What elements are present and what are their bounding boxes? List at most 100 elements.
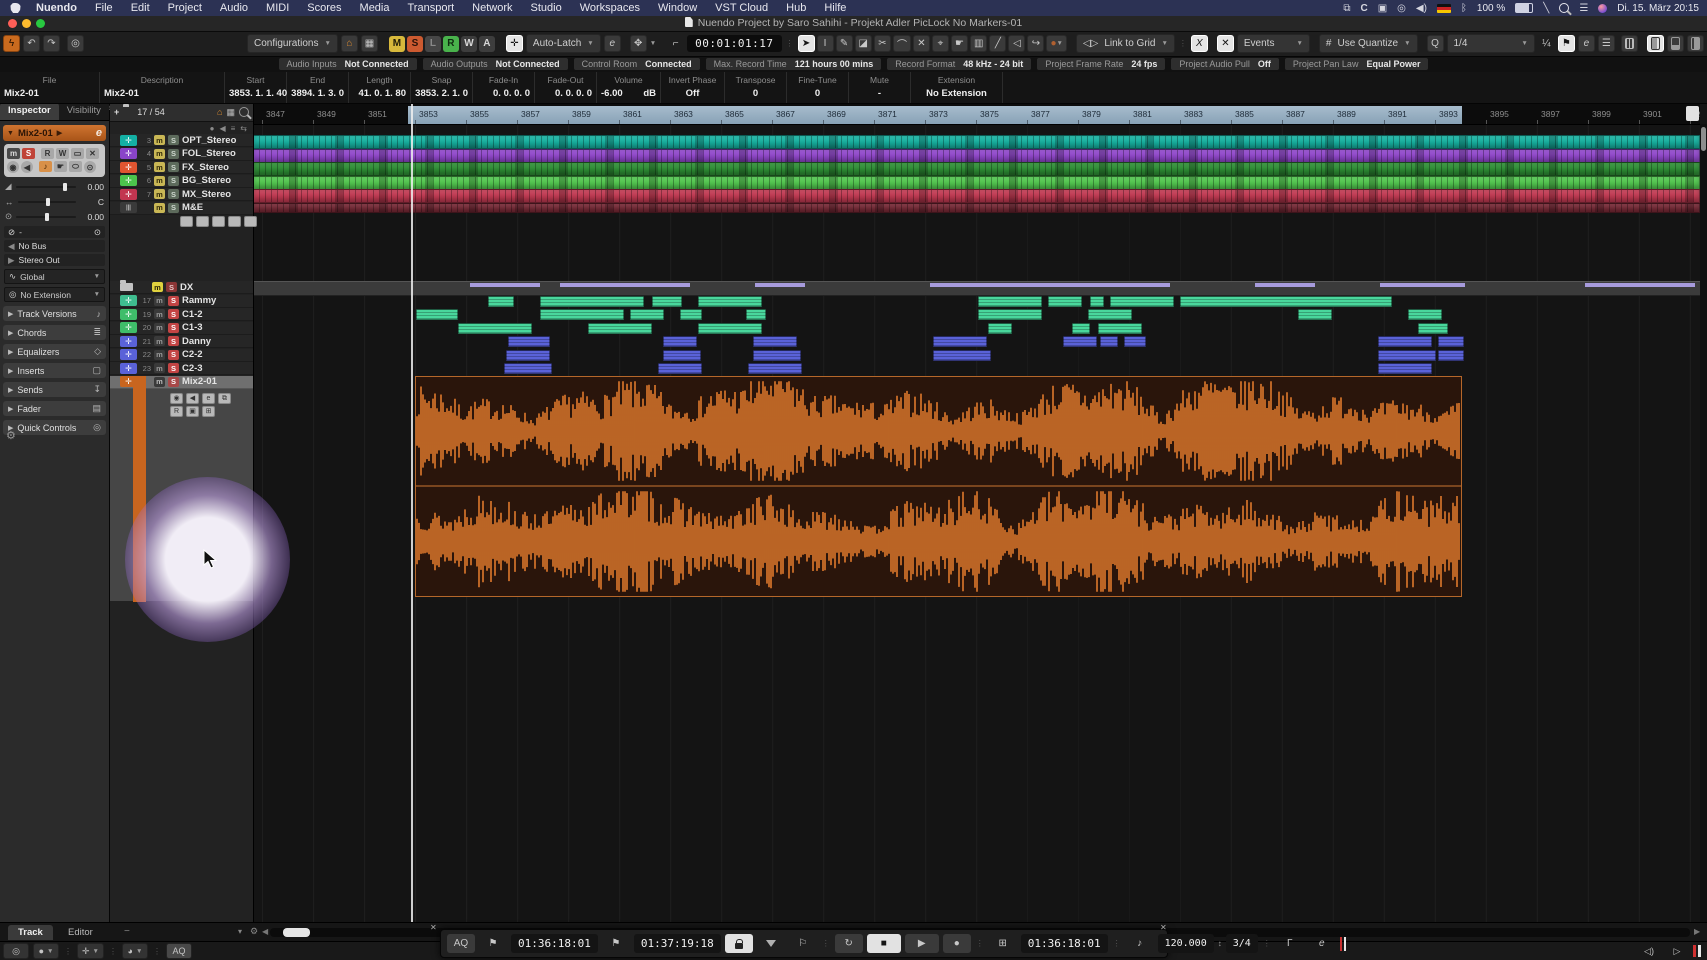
monitor-button[interactable]: ◀ bbox=[186, 393, 199, 404]
info-transpose[interactable]: Transpose0 bbox=[725, 72, 787, 103]
track-mute-button[interactable]: m bbox=[154, 323, 165, 333]
add-folder-button[interactable] bbox=[123, 107, 125, 117]
track-solo-button[interactable]: S bbox=[168, 296, 179, 306]
track-mute-button[interactable]: m bbox=[152, 282, 163, 292]
line-tool[interactable]: ╱ bbox=[989, 35, 1006, 52]
list-icon[interactable]: ☰ bbox=[1598, 35, 1615, 52]
channel-config-button[interactable]: ▭ bbox=[71, 148, 84, 159]
inspector-section-track-versions[interactable]: ▶Track Versions♪ bbox=[3, 306, 106, 321]
monitor-filter-icon[interactable]: ◀ bbox=[219, 124, 225, 133]
track-row-c1-2[interactable]: ✛19mSC1-2 bbox=[110, 308, 253, 321]
track-mute-button[interactable]: m bbox=[154, 350, 165, 360]
bluetooth-icon[interactable]: ᛒ bbox=[1461, 3, 1467, 14]
menu-item-project[interactable]: Project bbox=[159, 2, 211, 14]
right-locator-time[interactable]: 01:37:19:18 bbox=[634, 934, 721, 953]
delay-slider[interactable] bbox=[16, 216, 76, 218]
zoom-preset-dropdown[interactable]: ▾ bbox=[238, 927, 242, 936]
split-tool[interactable]: ✂ bbox=[874, 35, 891, 52]
dnd-icon[interactable]: ╲ bbox=[1543, 3, 1549, 14]
midi-event-rammy[interactable] bbox=[1090, 296, 1104, 307]
track-mute-button[interactable]: m bbox=[154, 296, 165, 306]
midi-event-danny[interactable] bbox=[508, 336, 550, 347]
midi-event-c1-3[interactable] bbox=[1098, 323, 1142, 334]
marker-icon[interactable]: ⚐ bbox=[789, 934, 817, 953]
info-fade-in[interactable]: Fade-In0. 0. 0. 0 bbox=[473, 72, 535, 103]
audio-lane-event-5[interactable] bbox=[253, 203, 1700, 213]
punch-lock-icon[interactable] bbox=[725, 934, 753, 953]
event-display-area[interactable]: 3847384938513853385538573859386138633865… bbox=[253, 103, 1700, 922]
global-a-button[interactable]: A bbox=[479, 36, 495, 52]
menu-item-file[interactable]: File bbox=[86, 2, 122, 14]
right-zone-toggle[interactable] bbox=[1687, 35, 1704, 52]
pan-slider[interactable] bbox=[18, 201, 77, 203]
configurations-dropdown[interactable]: Configurations▼ bbox=[247, 34, 338, 53]
track-row-opt-stereo[interactable]: ✛3mSOPT_Stereo bbox=[110, 134, 253, 147]
vertical-scrollbar[interactable] bbox=[1700, 124, 1707, 922]
info-length[interactable]: Length41. 0. 1. 80 bbox=[349, 72, 411, 103]
track-mute-button[interactable]: m bbox=[154, 176, 165, 186]
scroll-left-arrow[interactable]: ◀ bbox=[262, 927, 268, 936]
write-button[interactable]: ▣ bbox=[186, 406, 199, 417]
find-track-icon[interactable] bbox=[239, 107, 249, 117]
audio-lane-event-0[interactable] bbox=[253, 135, 1700, 149]
auto-scroll-button[interactable]: ✥ bbox=[630, 35, 647, 52]
track-row-c2-3[interactable]: ✛23mSC2-3 bbox=[110, 362, 253, 375]
dx-part-segment[interactable] bbox=[560, 283, 690, 287]
tempo-value[interactable]: 120.000 bbox=[1158, 934, 1214, 953]
color-tool-dropdown[interactable]: ▼ bbox=[1056, 40, 1062, 47]
midi-event-c1-3[interactable] bbox=[1072, 323, 1090, 334]
quantize-panel-button[interactable]: e bbox=[1578, 35, 1595, 52]
primary-timecode[interactable]: 00:01:01:17 bbox=[687, 35, 781, 52]
midi-event-c2-3[interactable] bbox=[1378, 363, 1432, 374]
track-solo-button[interactable]: S bbox=[168, 350, 179, 360]
punch-filter-icon[interactable] bbox=[757, 934, 785, 953]
me-subcontrol-button[interactable] bbox=[196, 216, 209, 227]
object-selection-tool[interactable]: ➤ bbox=[798, 35, 815, 52]
quantize-mode-dropdown[interactable]: # Use Quantize▼ bbox=[1319, 34, 1418, 53]
global-w-button[interactable]: W bbox=[461, 36, 477, 52]
menu-item-hilfe[interactable]: Hilfe bbox=[815, 2, 855, 14]
loop-corner-icon[interactable]: ⌐ bbox=[667, 35, 684, 52]
track-row-fx-stereo[interactable]: ✛5mSFX_Stereo bbox=[110, 161, 253, 174]
midi-event-c2-3[interactable] bbox=[658, 363, 702, 374]
midi-event-c1-2[interactable] bbox=[1408, 309, 1442, 320]
track-solo-button[interactable]: S bbox=[168, 189, 179, 199]
midi-event-c1-3[interactable] bbox=[588, 323, 652, 334]
auto-scroll-dropdown[interactable]: ▼ bbox=[650, 40, 656, 47]
info-start[interactable]: Start3853. 1. 1. 40 bbox=[225, 72, 287, 103]
onscreen-keyboard-icon[interactable] bbox=[1621, 35, 1638, 52]
midi-event-rammy[interactable] bbox=[698, 296, 762, 307]
audio-lane-event-2[interactable] bbox=[253, 162, 1700, 176]
midi-event-danny[interactable] bbox=[663, 336, 697, 347]
me-subcontrol-button[interactable] bbox=[212, 216, 225, 227]
track-solo-button[interactable]: S bbox=[168, 323, 179, 333]
tab-inspector[interactable]: Inspector bbox=[0, 103, 59, 120]
time-signature[interactable]: 3/4 bbox=[1226, 934, 1258, 953]
info-mute[interactable]: Mute- bbox=[849, 72, 911, 103]
transport-close-icon[interactable]: ✕ bbox=[430, 923, 437, 932]
read-automation-button[interactable]: R bbox=[41, 148, 54, 159]
midi-event-rammy[interactable] bbox=[488, 296, 514, 307]
track-solo-button[interactable]: S bbox=[168, 203, 179, 213]
track-window-icon[interactable]: ▦ bbox=[226, 107, 235, 118]
menu-item-midi[interactable]: MIDI bbox=[257, 2, 298, 14]
width-button[interactable]: ⬭ bbox=[69, 161, 82, 172]
dx-part-segment[interactable] bbox=[470, 283, 540, 287]
erase-tool[interactable]: ◪ bbox=[855, 35, 872, 52]
record-button[interactable]: ● bbox=[943, 934, 971, 953]
edit-button[interactable]: e bbox=[202, 393, 215, 404]
time-format-icon[interactable]: ⊞ bbox=[989, 934, 1017, 953]
midi-event-danny[interactable] bbox=[753, 336, 797, 347]
track-mute-button[interactable]: m bbox=[154, 377, 165, 387]
track-solo-button[interactable]: S bbox=[168, 363, 179, 373]
midi-event-danny[interactable] bbox=[1063, 336, 1097, 347]
audio-quantize-button[interactable]: AQ bbox=[166, 943, 192, 959]
inspector-section-inserts[interactable]: ▶Inserts▢ bbox=[3, 363, 106, 378]
track-solo-button[interactable]: S bbox=[168, 176, 179, 186]
draw-tool[interactable]: ✎ bbox=[836, 35, 853, 52]
global-l-button[interactable]: L bbox=[425, 36, 441, 52]
info-volume[interactable]: Volume-6.00dB bbox=[597, 72, 661, 103]
read-button[interactable]: R bbox=[170, 406, 183, 417]
solo-button[interactable]: S bbox=[22, 148, 35, 159]
lock-app-icon[interactable]: ▣ bbox=[1378, 3, 1387, 14]
